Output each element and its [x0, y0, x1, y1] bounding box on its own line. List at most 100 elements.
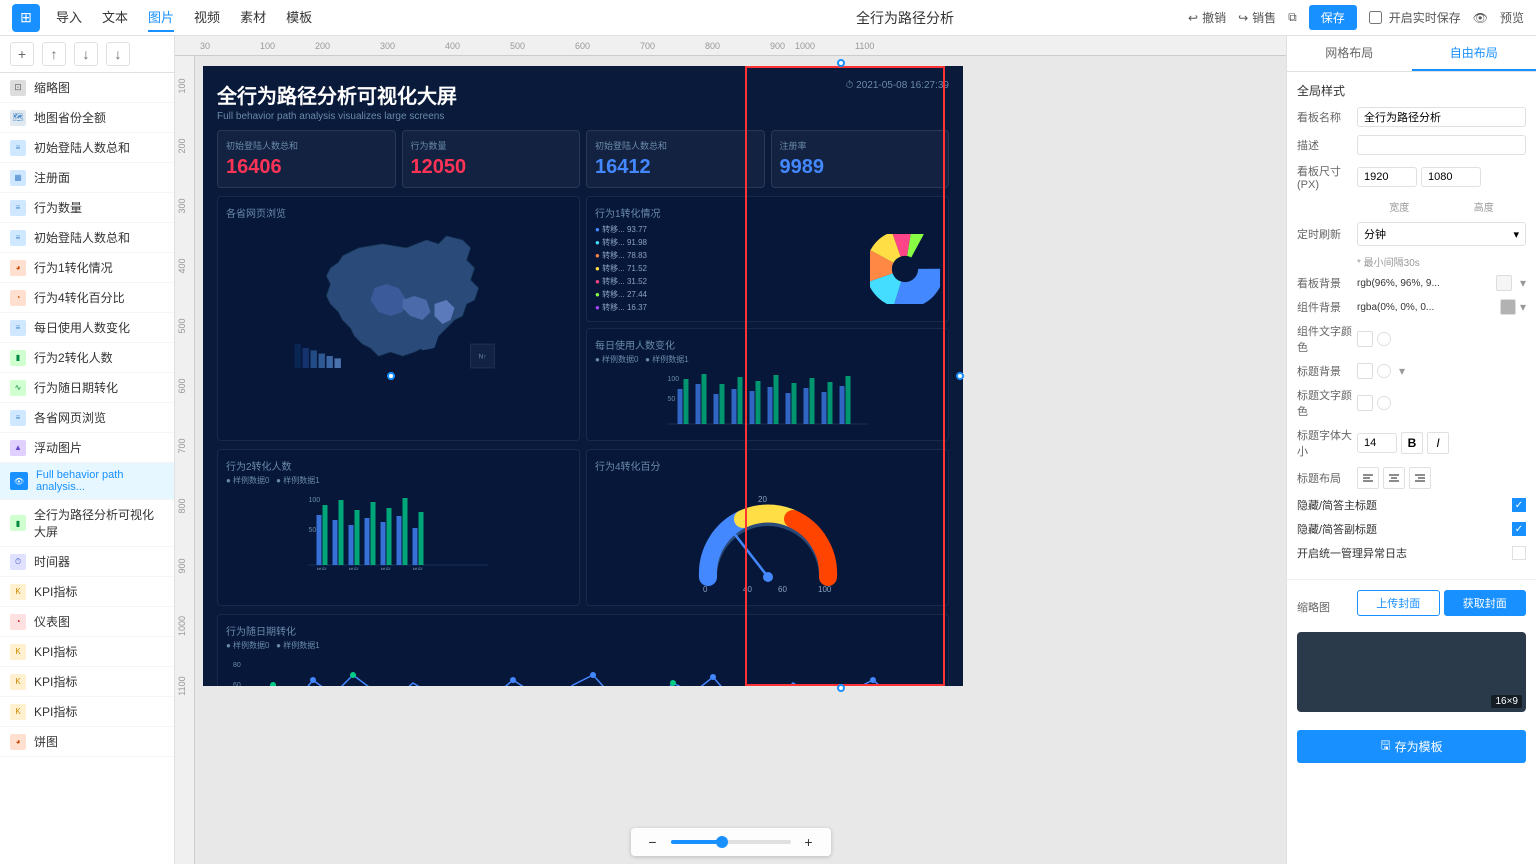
preview-button[interactable]: 预览	[1500, 9, 1524, 26]
height-label: 高度	[1442, 199, 1527, 214]
svg-text:40: 40	[743, 585, 752, 594]
handle-right-middle[interactable]	[956, 372, 964, 380]
sidebar-item-main-title[interactable]: ▮ 全行为路径分析可视化大屏	[0, 500, 174, 547]
description-input[interactable]	[1357, 135, 1526, 155]
board-name-label: 看板名称	[1297, 109, 1357, 125]
hide-sub-title-checkbox[interactable]: ✓	[1512, 522, 1526, 536]
hide-sub-title-label: 隐藏/简答副标题	[1297, 521, 1512, 537]
sidebar-item-kpi4[interactable]: K KPI指标	[0, 697, 174, 727]
undo-button[interactable]: ↩ 撤销	[1188, 9, 1226, 26]
behavior4-title: 行为4转化百分	[595, 458, 940, 473]
hide-main-title-checkbox[interactable]: ✓	[1512, 498, 1526, 512]
sidebar-item-register[interactable]: ▦ 注册面	[0, 163, 174, 193]
zoom-out-button[interactable]: −	[643, 832, 663, 852]
sidebar-item-initial-login[interactable]: ≡ 初始登陆人数总和	[0, 223, 174, 253]
upload-cover-button[interactable]: 上传封面	[1357, 590, 1440, 616]
board-height-input[interactable]	[1421, 167, 1481, 187]
title-font-size-input[interactable]	[1357, 433, 1397, 453]
sidebar-item-stat1[interactable]: ≡ 初始登陆人数总和	[0, 133, 174, 163]
nav-material[interactable]: 素材	[240, 3, 266, 32]
component-text-color-circle[interactable]	[1377, 332, 1391, 346]
sidebar-item-behavior-count[interactable]: ≡ 行为数量	[0, 193, 174, 223]
behavior2-chart: 行为2转化人数 ● 样例数据0 ● 样例数据1 100 50	[217, 449, 580, 606]
nav-import[interactable]: 导入	[56, 3, 82, 32]
tab-grid-layout[interactable]: 网格布局	[1287, 36, 1412, 71]
board-width-input[interactable]	[1357, 167, 1417, 187]
timer-icon: ⏱	[10, 554, 26, 570]
zoom-in-button[interactable]: +	[799, 832, 819, 852]
stat-card-1: 初始登陆人数总和 16406	[217, 130, 396, 188]
title-bg-arrow[interactable]: ▾	[1399, 364, 1405, 378]
realtime-save-toggle[interactable]: 开启实时保存	[1369, 9, 1461, 26]
nav-template[interactable]: 模板	[286, 3, 312, 32]
sidebar-item-label: 时间器	[34, 553, 70, 570]
nav-image[interactable]: 图片	[148, 3, 174, 32]
refresh-dropdown[interactable]: 分钟 ▾	[1357, 222, 1526, 246]
thumbnail-section: 缩略图 上传封面 获取封面 16×9	[1287, 580, 1536, 722]
sidebar-item-thumbnail[interactable]: ⊡ 缩略图	[0, 73, 174, 103]
board-name-input[interactable]	[1357, 107, 1526, 127]
redo-button[interactable]: ↪ 销售	[1238, 9, 1276, 26]
title-bg-color-box[interactable]	[1357, 363, 1373, 379]
component-bg-arrow[interactable]: ▾	[1520, 300, 1526, 314]
title-text-color-label: 标题文字颜色	[1297, 387, 1357, 419]
svg-text:50: 50	[668, 396, 676, 403]
board-bg-color-circle[interactable]	[1496, 275, 1512, 291]
title-font-size-label: 标题字体大小	[1297, 427, 1357, 459]
sidebar-item-province[interactable]: ≡ 各省网页浏览	[0, 403, 174, 433]
tool-down[interactable]: ↓	[74, 42, 98, 66]
component-bg-value: rgba(0%, 0%, 0...	[1357, 302, 1500, 313]
align-left-button[interactable]	[1357, 467, 1379, 489]
zoom-slider[interactable]	[671, 840, 791, 844]
tool-up[interactable]: ↑	[42, 42, 66, 66]
handle-top-center[interactable]	[837, 59, 845, 67]
sidebar-item-behavior1[interactable]: ◕ 行为1转化情况	[0, 253, 174, 283]
nav-video[interactable]: 视频	[194, 3, 220, 32]
sidebar-item-label: 行为随日期转化	[34, 379, 118, 396]
tool-add[interactable]: +	[10, 42, 34, 66]
sidebar-item-full-behavior[interactable]: 👁 Full behavior path analysis...	[0, 463, 174, 500]
open-log-checkbox[interactable]	[1512, 546, 1526, 560]
handle-bottom-center[interactable]	[837, 684, 845, 692]
get-cover-button[interactable]: 获取封面	[1444, 590, 1527, 616]
save-button[interactable]: 保存	[1309, 5, 1357, 30]
component-text-color-label: 组件文字颜色	[1297, 323, 1357, 355]
kpi4-icon: K	[10, 704, 26, 720]
nav-text[interactable]: 文本	[102, 3, 128, 32]
sidebar-item-daily-users[interactable]: ≡ 每日使用人数变化	[0, 313, 174, 343]
align-center-button[interactable]	[1383, 467, 1405, 489]
component-bg-color-box[interactable]	[1500, 299, 1516, 315]
sidebar-item-behavior2[interactable]: ▮ 行为2转化人数	[0, 343, 174, 373]
nav-actions: ↩ 撤销 ↪ 销售 ⧉ 保存 开启实时保存 👁 预览	[1188, 5, 1524, 30]
sidebar-item-kpi3[interactable]: K KPI指标	[0, 667, 174, 697]
title-bg-circle[interactable]	[1377, 364, 1391, 378]
svg-text:800: 800	[705, 41, 720, 51]
component-text-color-box[interactable]	[1357, 331, 1373, 347]
stat-value-1: 16406	[226, 156, 387, 179]
behavior1-title: 行为1转化情况	[595, 205, 940, 220]
copy-button[interactable]: ⧉	[1288, 10, 1297, 25]
svg-text:200: 200	[177, 138, 187, 153]
sidebar-item-pie[interactable]: ◕ 饼图	[0, 727, 174, 757]
save-template-button[interactable]: 🖫 存为模板	[1297, 730, 1526, 763]
board-bg-dropdown-arrow[interactable]: ▾	[1520, 276, 1526, 290]
align-right-button[interactable]	[1409, 467, 1431, 489]
tool-download[interactable]: ↓	[106, 42, 130, 66]
sidebar-item-label: KPI指标	[34, 583, 77, 600]
sidebar-item-kpi2[interactable]: K KPI指标	[0, 637, 174, 667]
canvas-board[interactable]: 全行为路径分析可视化大屏 Full behavior path analysis…	[203, 66, 963, 686]
board-bg-label: 看板背景	[1297, 275, 1357, 291]
sidebar-item-behavior4[interactable]: ◔ 行为4转化百分比	[0, 283, 174, 313]
handle-left-middle[interactable]	[387, 372, 395, 380]
sidebar-item-float-image[interactable]: ▲ 浮动图片	[0, 433, 174, 463]
tab-free-layout[interactable]: 自由布局	[1412, 36, 1536, 71]
title-text-color-circle[interactable]	[1377, 396, 1391, 410]
sidebar-item-kpi1[interactable]: K KPI指标	[0, 577, 174, 607]
sidebar-item-gauge[interactable]: ◔ 仪表图	[0, 607, 174, 637]
italic-button[interactable]: I	[1427, 432, 1449, 454]
sidebar-item-map[interactable]: 🗺 地图省份全额	[0, 103, 174, 133]
bold-button[interactable]: B	[1401, 432, 1423, 454]
title-text-color-box[interactable]	[1357, 395, 1373, 411]
sidebar-item-timer[interactable]: ⏱ 时间器	[0, 547, 174, 577]
sidebar-item-behavior-date[interactable]: ∿ 行为随日期转化	[0, 373, 174, 403]
